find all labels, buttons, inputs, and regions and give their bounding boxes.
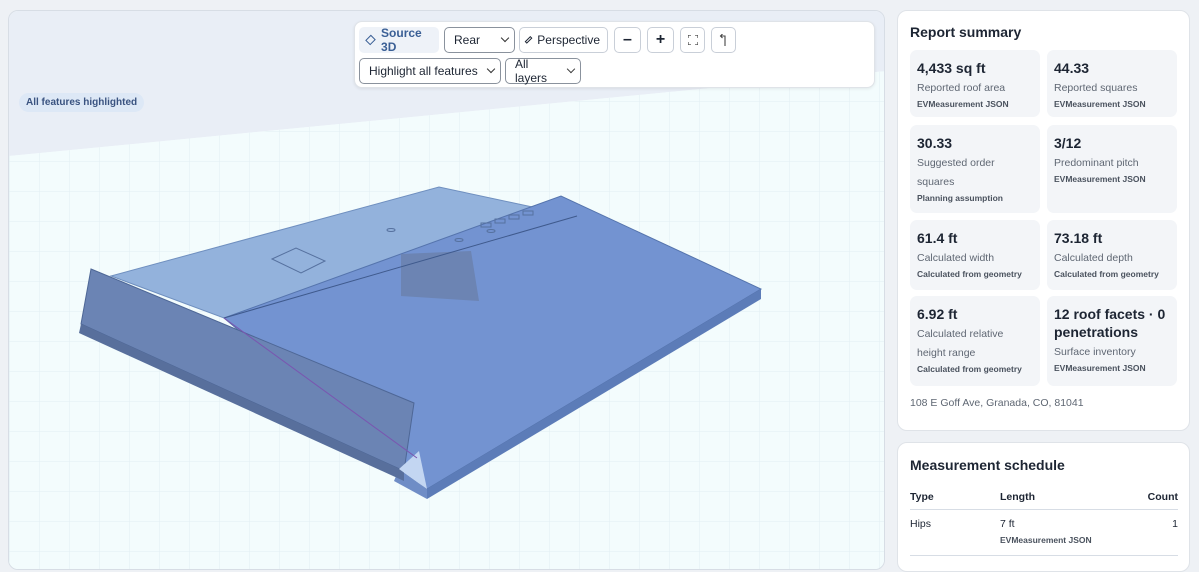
stat-card-pitch: 3/12 Predominant pitch EVMeasurement JSO… <box>1047 125 1177 213</box>
column-header-length: Length <box>1000 485 1134 510</box>
chevron-down-icon <box>486 64 496 74</box>
highlight-select-value: Highlight all features <box>369 64 478 78</box>
stat-label: Reported squares <box>1054 82 1138 94</box>
fit-view-button[interactable] <box>680 27 705 53</box>
highlight-select[interactable]: Highlight all features <box>359 58 501 84</box>
roof-3d-viewer[interactable]: Source 3D Rear Perspective – + Highlight <box>8 10 885 570</box>
stat-source: EVMeasurement JSON <box>1054 99 1146 109</box>
fit-view-icon <box>687 35 698 45</box>
stat-label: Predominant pitch <box>1054 157 1139 169</box>
stat-label: Reported roof area <box>917 82 1006 94</box>
stat-value: 3/12 <box>1054 135 1082 151</box>
length-source: EVMeasurement JSON <box>1000 534 1092 545</box>
highlight-status-badge: All features highlighted <box>19 93 145 112</box>
source-3d-label: Source 3D <box>381 26 422 54</box>
property-address: 108 E Goff Ave, Granada, CO, 81041 <box>910 397 1084 409</box>
report-summary-panel: Report summary 4,433 sq ft Reported roof… <box>897 10 1190 431</box>
stat-source: EVMeasurement JSON <box>1054 174 1146 184</box>
reset-view-button[interactable] <box>711 27 736 53</box>
stat-source: Calculated from geometry <box>917 269 1022 279</box>
stat-card-width: 61.4 ft Calculated width Calculated from… <box>910 220 1040 290</box>
stat-source: EVMeasurement JSON <box>1054 363 1146 373</box>
stat-value: 44.33 <box>1054 60 1090 76</box>
view-select-value: Rear <box>454 33 481 47</box>
zoom-out-button[interactable]: – <box>614 27 641 53</box>
stat-card-surface-inventory: 12 roof facets · 0 penetrations Surface … <box>1047 296 1177 386</box>
measurement-schedule-panel: Measurement schedule Type Length Count H… <box>897 442 1190 572</box>
source-3d-button[interactable]: Source 3D <box>359 26 439 54</box>
stat-label: Calculated relative height range <box>917 328 1004 359</box>
perspective-button[interactable]: Perspective <box>519 27 608 53</box>
viewer-toolbar: Source 3D Rear Perspective – + Highlight <box>354 21 875 88</box>
plus-icon: + <box>655 31 666 48</box>
stat-card-height-range: 6.92 ft Calculated relative height range… <box>910 296 1040 386</box>
minus-icon: – <box>623 31 632 48</box>
layers-select-value: All layers <box>515 57 548 85</box>
stat-value: 6.92 ft <box>917 306 958 322</box>
chevron-down-icon <box>566 64 576 74</box>
cell-type: Hips <box>910 509 1000 556</box>
report-summary-title: Report summary <box>910 24 1022 40</box>
stat-value: 12 roof facets · 0 penetrations <box>1054 306 1166 340</box>
measurement-schedule-title: Measurement schedule <box>910 457 1065 473</box>
chevron-down-icon <box>500 33 510 43</box>
stat-card-squares: 44.33 Reported squares EVMeasurement JSO… <box>1047 50 1177 117</box>
table-row: Hips 7 ft EVMeasurement JSON 1 <box>910 509 1178 556</box>
stat-value: 4,433 sq ft <box>917 60 986 76</box>
stat-card-order-squares: 30.33 Suggested order squares Planning a… <box>910 125 1040 213</box>
stat-source: Calculated from geometry <box>917 364 1022 374</box>
reset-icon <box>719 34 726 46</box>
stat-source: EVMeasurement JSON <box>917 99 1009 109</box>
stat-label: Calculated width <box>917 252 995 264</box>
stat-value: 30.33 <box>917 135 953 151</box>
stat-label: Calculated depth <box>1054 252 1133 264</box>
zoom-in-button[interactable]: + <box>647 27 674 53</box>
stat-card-depth: 73.18 ft Calculated depth Calculated fro… <box>1047 220 1177 290</box>
stat-label: Suggested order squares <box>917 157 995 188</box>
length-value: 7 ft <box>1000 517 1015 530</box>
diamond-icon <box>365 34 376 46</box>
cell-count: 1 <box>1133 509 1178 556</box>
stat-card-roof-area: 4,433 sq ft Reported roof area EVMeasure… <box>910 50 1040 117</box>
shadow-patch <box>401 251 479 301</box>
stat-value: 73.18 ft <box>1054 230 1103 246</box>
column-header-count: Count <box>1133 485 1178 510</box>
view-select[interactable]: Rear <box>444 27 515 53</box>
stat-source: Calculated from geometry <box>1054 269 1159 279</box>
layers-select[interactable]: All layers <box>505 57 581 85</box>
table-header-row: Type Length Count <box>910 485 1178 510</box>
cell-length: 7 ft EVMeasurement JSON <box>1000 509 1134 556</box>
stat-source: Planning assumption <box>917 193 1003 203</box>
measurement-table: Type Length Count Hips 7 ft EVMeasuremen… <box>910 485 1178 556</box>
stat-value: 61.4 ft <box>917 230 958 246</box>
stat-label: Surface inventory <box>1054 346 1136 358</box>
column-header-type: Type <box>910 485 1000 510</box>
diamond-icon <box>524 36 533 44</box>
perspective-label: Perspective <box>537 33 600 47</box>
